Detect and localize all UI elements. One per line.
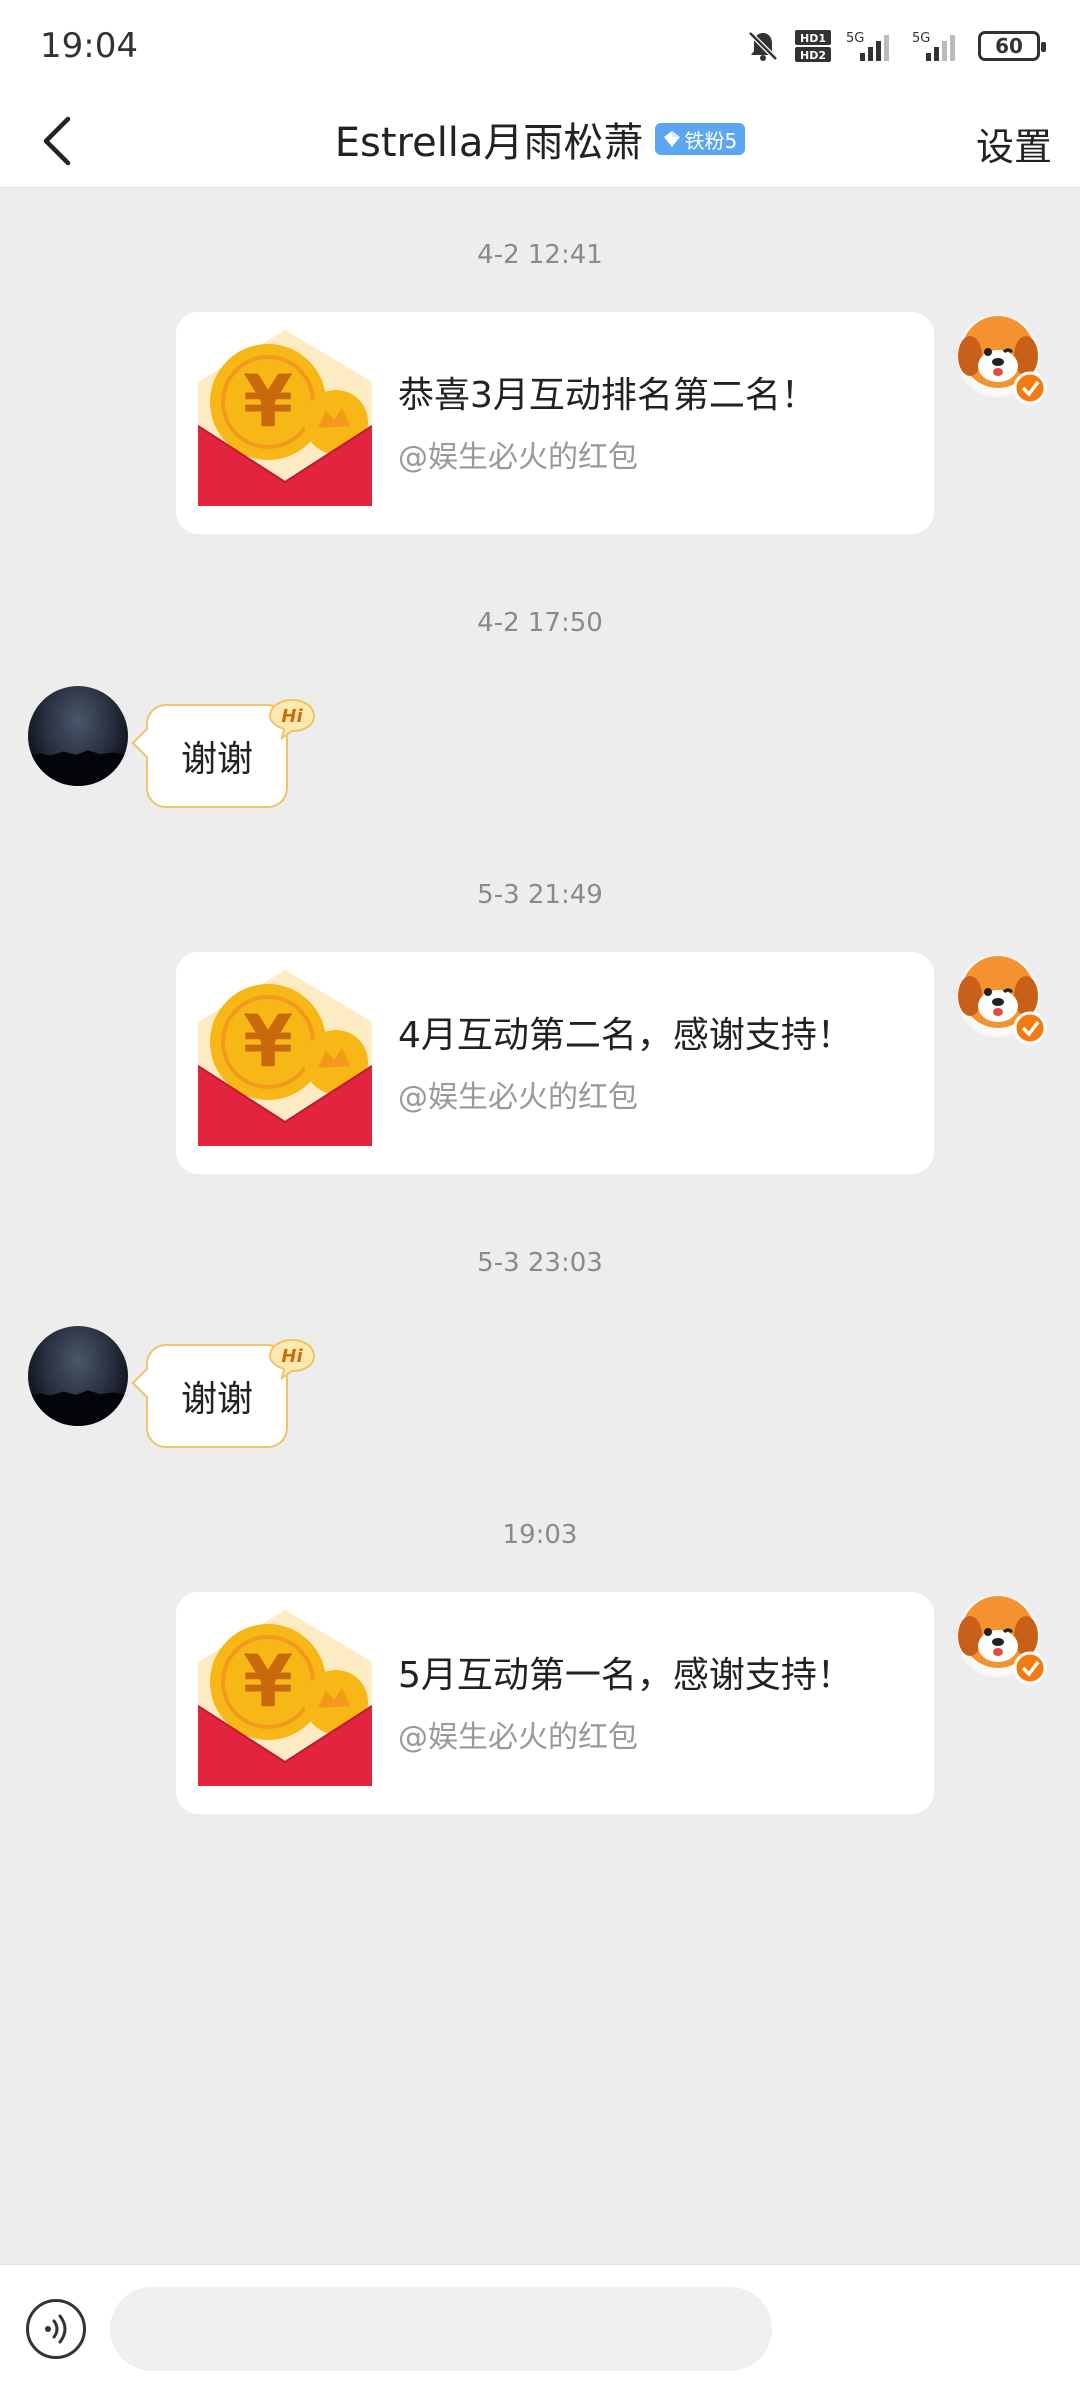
hi-label: Hi (281, 1346, 303, 1367)
user-avatar[interactable] (28, 686, 128, 786)
red-packet-sender: @娱生必火的红包 (398, 440, 638, 475)
message-timestamp: 4-2 12:41 (477, 240, 603, 270)
message-timestamp: 19:03 (502, 1520, 578, 1550)
red-packet-card[interactable]: ¥ 4月互动第二名，感谢支持！ @娱生必火的红包 (176, 952, 934, 1174)
red-packet-title: 恭喜3月互动排名第二名！ (398, 375, 817, 416)
red-envelope-icon: ¥ (198, 330, 372, 506)
battery-level: 60 (995, 34, 1023, 58)
chat-title: Estrella月雨松萧 (334, 120, 644, 166)
red-envelope-icon: ¥ (198, 1610, 372, 1786)
status-bar: 19:04 HD1 HD2 5G 5G 60 (0, 0, 1080, 92)
network-label-1: 5G (846, 31, 864, 46)
red-packet-sender: @娱生必火的红包 (398, 1720, 638, 1755)
dog-avatar[interactable] (954, 952, 1050, 1048)
mute-bell-icon (748, 31, 778, 61)
message-input[interactable] (110, 2287, 772, 2371)
composer-bar (0, 2264, 1080, 2387)
network-label-2: 5G (912, 31, 930, 46)
fan-badge-label: 铁粉5 (684, 128, 738, 153)
hd-icon: HD1 HD2 (795, 30, 831, 62)
hd-label-2: HD2 (800, 49, 826, 62)
status-time: 19:04 (40, 26, 138, 66)
svg-text:¥: ¥ (243, 359, 293, 443)
dog-avatar[interactable] (954, 312, 1050, 408)
red-packet-title: 4月互动第二名，感谢支持！ (398, 1015, 853, 1056)
message-bubble[interactable]: 谢谢 (146, 1344, 288, 1448)
message-timestamp: 5-3 23:03 (477, 1248, 603, 1278)
message-text: 谢谢 (180, 1379, 253, 1420)
red-packet-card[interactable]: ¥ 恭喜3月互动排名第二名！ @娱生必火的红包 (176, 312, 934, 534)
settings-button[interactable]: 设置 (976, 116, 1052, 171)
message-bubble[interactable]: 谢谢 (146, 704, 288, 808)
message-timestamp: 5-3 21:49 (477, 880, 603, 910)
user-avatar[interactable] (28, 1326, 128, 1426)
red-envelope-icon: ¥ (198, 970, 372, 1146)
title-area: Estrella月雨松萧 铁粉5 (0, 110, 1080, 168)
message-timestamp: 4-2 17:50 (477, 608, 603, 638)
hi-badge-icon: Hi (268, 698, 316, 740)
diamond-icon (663, 131, 680, 147)
hi-badge-icon: Hi (268, 1338, 316, 1380)
signal-5g-icon-1: 5G (846, 31, 889, 61)
fan-badge: 铁粉5 (654, 123, 746, 155)
red-packet-sender: @娱生必火的红包 (398, 1080, 638, 1115)
message-text: 谢谢 (180, 739, 253, 780)
voice-input-button[interactable] (26, 2299, 86, 2359)
battery-icon: 60 (978, 31, 1046, 61)
voice-wave-icon (45, 2314, 67, 2344)
hi-label: Hi (281, 706, 303, 727)
svg-text:¥: ¥ (243, 1639, 293, 1723)
signal-5g-icon-2: 5G (912, 31, 955, 61)
hd-label-1: HD1 (800, 32, 826, 45)
red-packet-card[interactable]: ¥ 5月互动第一名，感谢支持！ @娱生必火的红包 (176, 1592, 934, 1814)
status-icons: HD1 HD2 5G 5G 60 (746, 26, 1046, 66)
dog-avatar[interactable] (954, 1592, 1050, 1688)
red-packet-title: 5月互动第一名，感谢支持！ (398, 1655, 853, 1696)
chat-header: Estrella月雨松萧 铁粉5 设置 (0, 92, 1080, 188)
svg-text:¥: ¥ (243, 999, 293, 1083)
